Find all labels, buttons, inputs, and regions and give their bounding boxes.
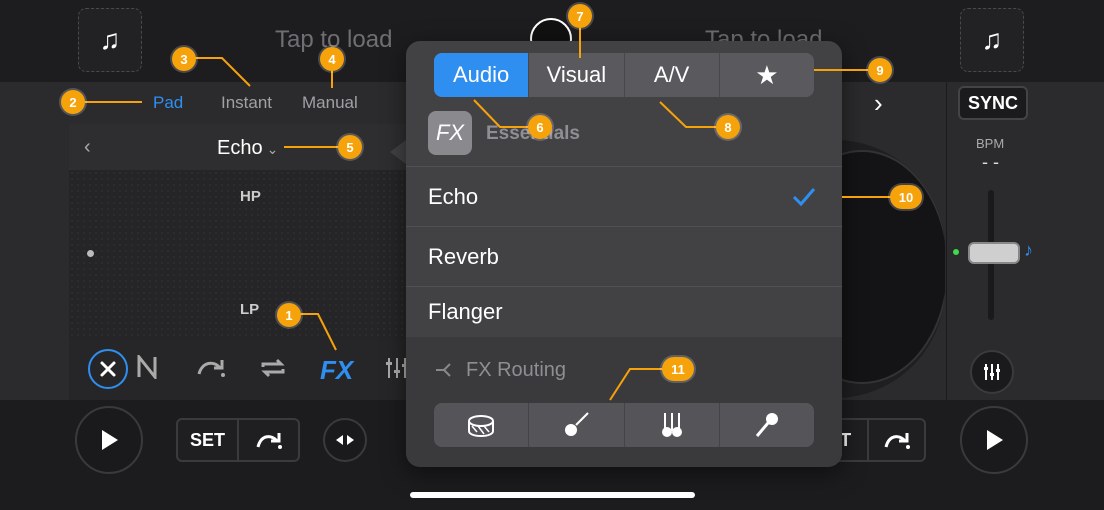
callout-3: 3 [172, 47, 196, 71]
callout-10: 10 [890, 185, 922, 209]
callout-7: 7 [568, 4, 592, 28]
callout-leader-lines [84, 28, 892, 401]
callout-5: 5 [338, 135, 362, 159]
callout-11: 11 [662, 357, 694, 381]
callout-2: 2 [61, 90, 85, 114]
home-indicator [410, 492, 695, 498]
callout-4: 4 [320, 47, 344, 71]
callout-6: 6 [528, 115, 552, 139]
callout-9: 9 [868, 58, 892, 82]
callout-1: 1 [277, 303, 301, 327]
callout-8: 8 [716, 115, 740, 139]
